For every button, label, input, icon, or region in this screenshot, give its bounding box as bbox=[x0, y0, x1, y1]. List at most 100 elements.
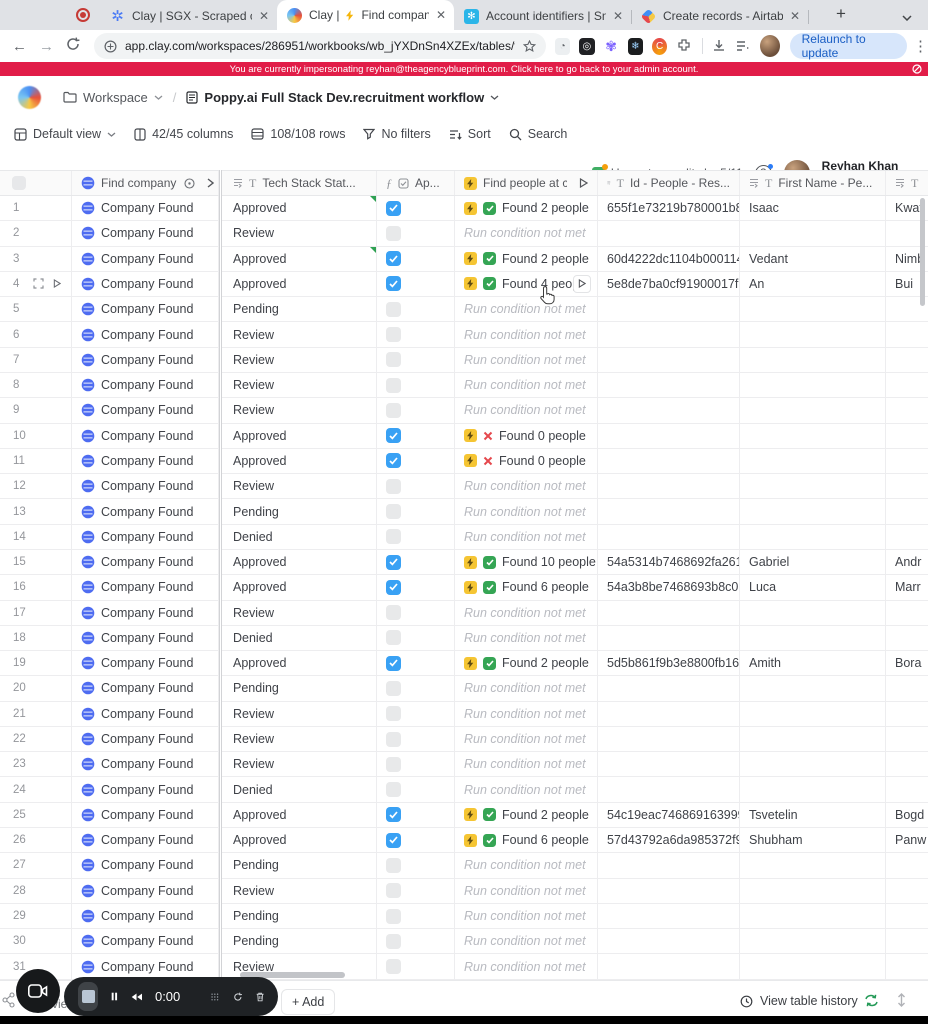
row-number-cell[interactable]: 13 bbox=[0, 499, 72, 524]
first-name-cell[interactable] bbox=[740, 777, 886, 802]
status-cell[interactable]: Pending bbox=[219, 853, 377, 878]
approve-cell[interactable] bbox=[377, 549, 455, 575]
last-name-cell[interactable] bbox=[886, 853, 928, 877]
id-cell[interactable]: 57d43792a6da985372f9... bbox=[598, 828, 740, 853]
row-number-cell[interactable]: 21 bbox=[0, 701, 72, 726]
tab-search-chevron-icon[interactable] bbox=[902, 8, 912, 26]
extension-icon-1[interactable]: ◔ bbox=[555, 37, 571, 55]
approve-cell[interactable] bbox=[377, 221, 455, 246]
row-number-cell[interactable]: 8 bbox=[0, 372, 72, 398]
people-cell[interactable]: Run condition not met bbox=[455, 726, 598, 752]
status-cell[interactable]: Approved bbox=[219, 549, 377, 575]
company-cell[interactable]: Company Found bbox=[72, 221, 219, 246]
new-tab-button[interactable]: + bbox=[836, 4, 846, 24]
approve-cell[interactable] bbox=[377, 246, 455, 271]
id-cell[interactable] bbox=[598, 701, 740, 726]
status-cell[interactable]: Review bbox=[219, 878, 377, 903]
people-cell[interactable]: Found 0 people bbox=[455, 423, 598, 448]
approve-cell[interactable] bbox=[377, 297, 455, 322]
approve-cell[interactable] bbox=[377, 372, 455, 398]
people-cell[interactable]: Run condition not met bbox=[455, 524, 598, 549]
url-text[interactable]: app.clay.com/workspaces/286951/workbooks… bbox=[125, 39, 515, 53]
approve-cell[interactable] bbox=[377, 802, 455, 828]
relaunch-to-update-button[interactable]: Relaunch to update bbox=[789, 32, 907, 60]
approve-checkbox[interactable] bbox=[386, 377, 401, 393]
people-cell[interactable]: Run condition not met bbox=[455, 853, 598, 878]
approve-checkbox[interactable] bbox=[386, 832, 401, 848]
approve-checkbox[interactable] bbox=[386, 706, 401, 722]
row-number-cell[interactable]: 26 bbox=[0, 828, 72, 853]
approve-cell[interactable] bbox=[377, 347, 455, 372]
first-name-cell[interactable] bbox=[740, 423, 886, 448]
last-name-cell[interactable] bbox=[886, 954, 928, 978]
company-cell[interactable]: Company Found bbox=[72, 398, 219, 423]
approve-checkbox[interactable] bbox=[386, 579, 401, 595]
trash-icon[interactable] bbox=[256, 990, 264, 1004]
first-name-cell[interactable] bbox=[740, 398, 886, 423]
first-name-cell[interactable] bbox=[740, 499, 886, 524]
last-name-cell[interactable] bbox=[886, 348, 928, 372]
expand-frozen-panel-icon[interactable] bbox=[207, 178, 214, 188]
approve-cell[interactable] bbox=[377, 726, 455, 752]
last-name-cell[interactable] bbox=[886, 398, 928, 422]
status-cell[interactable]: Denied bbox=[219, 777, 377, 802]
last-name-cell[interactable] bbox=[886, 474, 928, 498]
first-name-cell[interactable]: Tsvetelin bbox=[740, 802, 886, 828]
id-cell[interactable] bbox=[598, 347, 740, 372]
approve-checkbox[interactable] bbox=[386, 908, 401, 924]
id-cell[interactable] bbox=[598, 372, 740, 398]
row-number-cell[interactable]: 3 bbox=[0, 246, 72, 271]
id-cell[interactable] bbox=[598, 929, 740, 954]
company-cell[interactable]: Company Found bbox=[72, 423, 219, 448]
approve-cell[interactable] bbox=[377, 903, 455, 929]
row-number-cell[interactable]: 9 bbox=[0, 398, 72, 423]
status-cell[interactable]: Review bbox=[219, 372, 377, 398]
extension-icon-5[interactable]: C bbox=[652, 37, 668, 55]
status-cell[interactable]: Review bbox=[219, 221, 377, 246]
company-cell[interactable]: Company Found bbox=[72, 600, 219, 625]
company-cell[interactable]: Company Found bbox=[72, 853, 219, 878]
approve-checkbox[interactable] bbox=[386, 478, 401, 494]
first-name-cell[interactable] bbox=[740, 221, 886, 246]
company-cell[interactable]: Company Found bbox=[72, 802, 219, 828]
last-name-cell[interactable] bbox=[886, 525, 928, 549]
id-cell[interactable]: 5d5b861f9b3e8800fb160... bbox=[598, 651, 740, 676]
approve-checkbox[interactable] bbox=[386, 504, 401, 520]
browser-tab-4[interactable]: Create records - Airtable We ✕ bbox=[631, 2, 809, 30]
status-cell[interactable]: Pending bbox=[219, 297, 377, 322]
approve-cell[interactable] bbox=[377, 448, 455, 474]
company-cell[interactable]: Company Found bbox=[72, 726, 219, 752]
last-name-cell[interactable] bbox=[886, 626, 928, 650]
approve-checkbox[interactable] bbox=[386, 352, 401, 368]
people-cell[interactable]: Run condition not met bbox=[455, 347, 598, 372]
approve-checkbox[interactable] bbox=[386, 655, 401, 671]
row-number-cell[interactable]: 11 bbox=[0, 448, 72, 474]
approve-cell[interactable] bbox=[377, 828, 455, 853]
approve-cell[interactable] bbox=[377, 398, 455, 423]
status-cell[interactable]: Review bbox=[219, 726, 377, 752]
last-name-cell[interactable]: Marr bbox=[886, 575, 928, 599]
last-name-cell[interactable] bbox=[886, 373, 928, 397]
status-cell[interactable]: Approved bbox=[219, 423, 377, 448]
extension-icon-4[interactable]: ❄ bbox=[627, 37, 643, 55]
first-name-cell[interactable] bbox=[740, 903, 886, 929]
id-cell[interactable] bbox=[598, 474, 740, 499]
forward-icon[interactable]: → bbox=[39, 38, 54, 55]
browser-menu-icon[interactable]: ⋮ bbox=[913, 37, 928, 55]
id-cell[interactable] bbox=[598, 752, 740, 777]
status-cell[interactable]: Approved bbox=[219, 828, 377, 853]
approve-checkbox[interactable] bbox=[386, 857, 401, 873]
last-name-cell[interactable] bbox=[886, 904, 928, 928]
approve-checkbox[interactable] bbox=[386, 428, 401, 444]
drag-grid-icon[interactable] bbox=[210, 990, 220, 1004]
id-cell[interactable] bbox=[598, 221, 740, 246]
row-number-cell[interactable]: 17 bbox=[0, 600, 72, 625]
restart-icon[interactable] bbox=[233, 990, 243, 1004]
last-name-cell[interactable] bbox=[886, 727, 928, 751]
last-name-cell[interactable] bbox=[886, 499, 928, 523]
column-info-icon[interactable] bbox=[184, 177, 195, 189]
company-cell[interactable]: Company Found bbox=[72, 372, 219, 398]
row-number-cell[interactable]: 6 bbox=[0, 322, 72, 347]
approve-checkbox[interactable] bbox=[386, 251, 401, 267]
people-cell[interactable]: Run condition not met bbox=[455, 625, 598, 651]
